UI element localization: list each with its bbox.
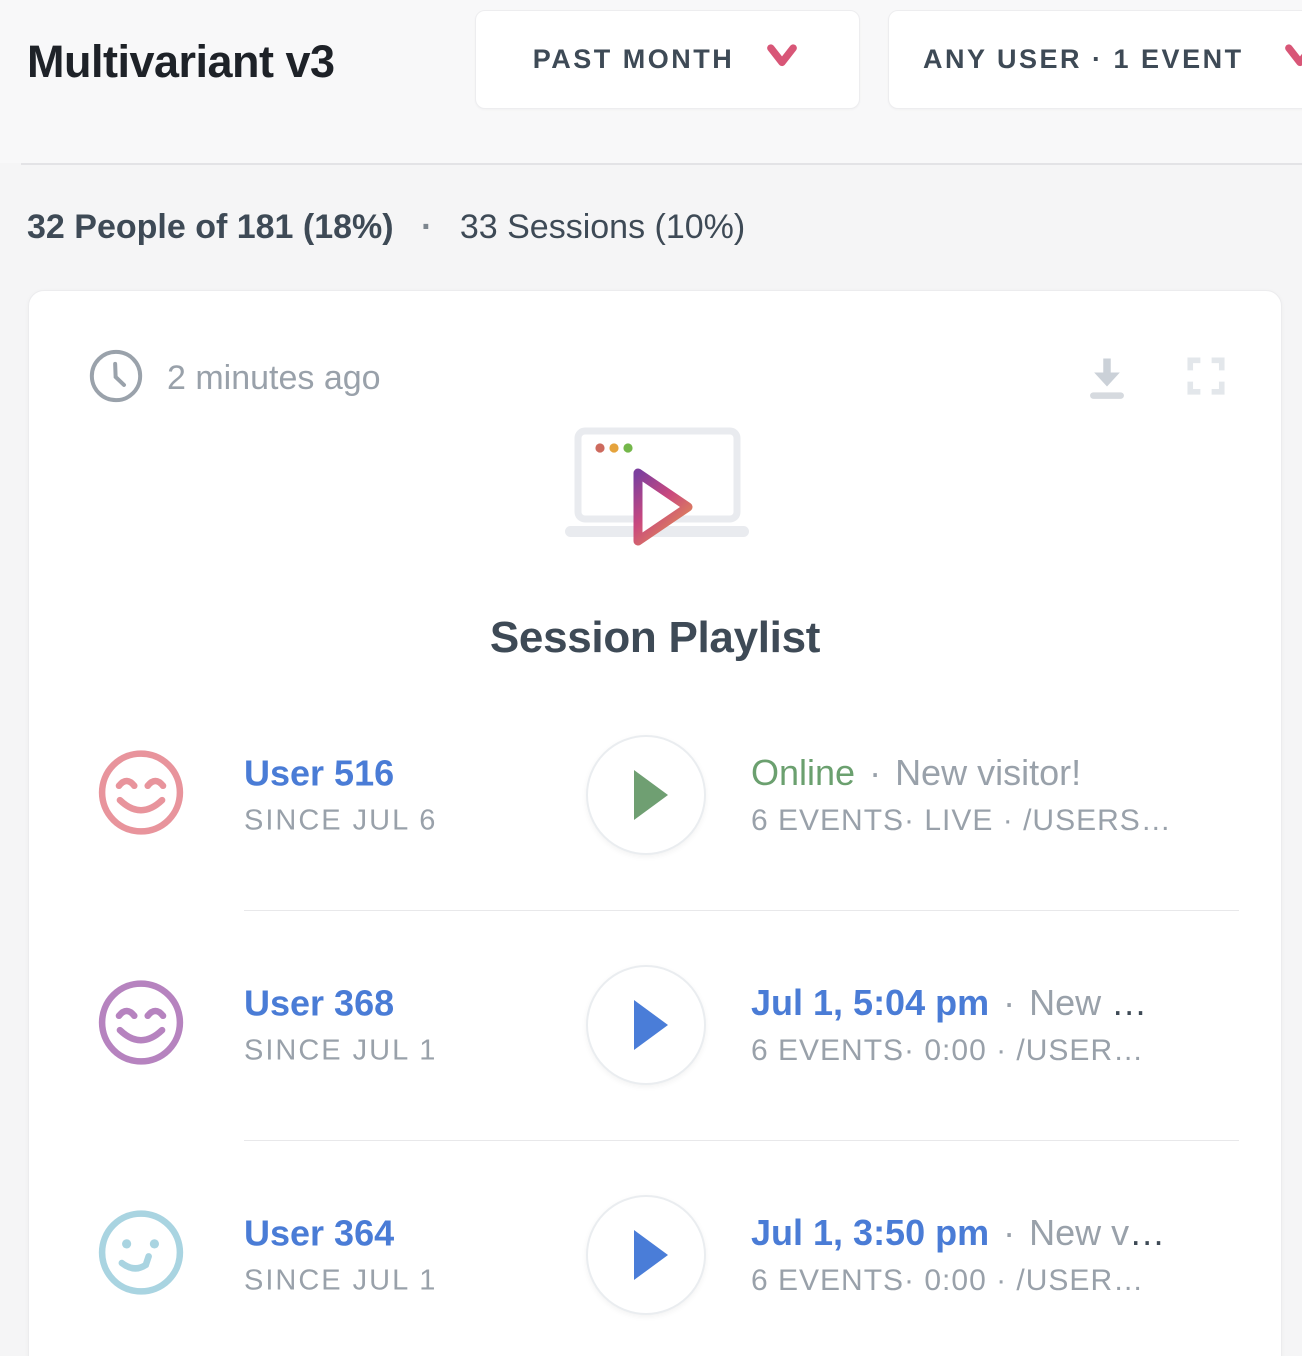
session-row: User 364 SINCE JUL 1 Jul 1, 3:50 pm · New …	[29, 1140, 1281, 1356]
sessions-stat: 33 Sessions (10%)	[460, 208, 745, 246]
chevron-down-icon	[1280, 40, 1302, 79]
page-title: Multivariant v3	[27, 36, 335, 88]
fullscreen-icon[interactable]	[1179, 347, 1233, 410]
play-session-button[interactable]	[586, 1195, 706, 1315]
dot-separator: ·	[1003, 1212, 1015, 1253]
card-meta-row: 2 minutes ago	[87, 347, 1233, 409]
download-icon[interactable]	[1079, 347, 1135, 410]
session-player-illustration	[560, 427, 750, 549]
user-block: User 516 SINCE JUL 6	[244, 753, 437, 838]
session-note: New visitor!	[895, 752, 1081, 793]
chevron-down-icon	[762, 40, 802, 79]
user-since: SINCE JUL 1	[244, 1265, 437, 1298]
user-block: User 368 SINCE JUL 1	[244, 983, 437, 1068]
last-updated-label: 2 minutes ago	[167, 359, 381, 398]
user-event-filter-dropdown[interactable]: ANY USER · 1 EVENT	[888, 10, 1302, 109]
session-info: Jul 1, 3:50 pm · New v… 6 EVENTS· 0:00 · /…	[751, 1212, 1165, 1298]
session-rows: User 516 SINCE JUL 6 Online · New visitor!…	[29, 680, 1281, 1356]
top-header: Multivariant v3 PAST MONTH ANY USER · 1 …	[0, 0, 1302, 163]
neutral-face-icon	[95, 1207, 187, 1304]
session-status: Online	[751, 752, 855, 793]
user-block: User 364 SINCE JUL 1	[244, 1213, 437, 1298]
user-since: SINCE JUL 6	[244, 805, 437, 838]
session-timestamp[interactable]: Jul 1, 5:04 pm	[751, 982, 989, 1023]
session-info: Jul 1, 5:04 pm · New … 6 EVENTS· 0:00 · /U…	[751, 982, 1147, 1068]
session-details: 6 EVENTS· 0:00 · /USER…	[751, 1034, 1147, 1068]
date-range-label: PAST MONTH	[533, 44, 735, 75]
user-since: SINCE JUL 1	[244, 1035, 437, 1068]
dot-separator: ·	[1003, 982, 1015, 1023]
session-details: 6 EVENTS· 0:00 · /USER…	[751, 1264, 1165, 1298]
session-status-line: Online · New visitor!	[751, 752, 1172, 794]
session-row: User 368 SINCE JUL 1 Jul 1, 5:04 pm · New …	[29, 910, 1281, 1140]
session-row: User 516 SINCE JUL 6 Online · New visitor!…	[29, 680, 1281, 910]
dot-separator: ·	[869, 752, 881, 793]
truncation-ellipsis: …	[1129, 1212, 1165, 1253]
stats-separator-dot: ·	[421, 208, 432, 246]
header-divider	[21, 163, 1302, 165]
user-link[interactable]: User 516	[244, 753, 437, 795]
playlist-title: Session Playlist	[29, 613, 1281, 663]
user-link[interactable]: User 368	[244, 983, 437, 1025]
session-info: Online · New visitor! 6 EVENTS· LIVE · /US…	[751, 752, 1172, 838]
session-status-line: Jul 1, 3:50 pm · New v…	[751, 1212, 1165, 1254]
people-stat: 32 People of 181 (18%)	[27, 208, 394, 246]
truncation-ellipsis: …	[1111, 982, 1147, 1023]
session-status-line: Jul 1, 5:04 pm · New …	[751, 982, 1147, 1024]
funnel-stats: 32 People of 181 (18%) · 33 Sessions (10…	[27, 204, 745, 250]
session-note: New	[1029, 982, 1111, 1023]
session-playlist-card: 2 minutes ago	[28, 290, 1282, 1356]
user-link[interactable]: User 364	[244, 1213, 437, 1255]
happy-face-icon	[95, 747, 187, 844]
happy-face-icon	[95, 977, 187, 1074]
play-session-button[interactable]	[586, 735, 706, 855]
date-range-dropdown[interactable]: PAST MONTH	[475, 10, 860, 109]
session-details: 6 EVENTS· LIVE · /USERS…	[751, 804, 1172, 838]
session-note: New v	[1029, 1212, 1129, 1253]
user-event-filter-label: ANY USER · 1 EVENT	[923, 44, 1244, 75]
play-session-button[interactable]	[586, 965, 706, 1085]
session-timestamp[interactable]: Jul 1, 3:50 pm	[751, 1212, 989, 1253]
clock-icon	[87, 347, 145, 410]
